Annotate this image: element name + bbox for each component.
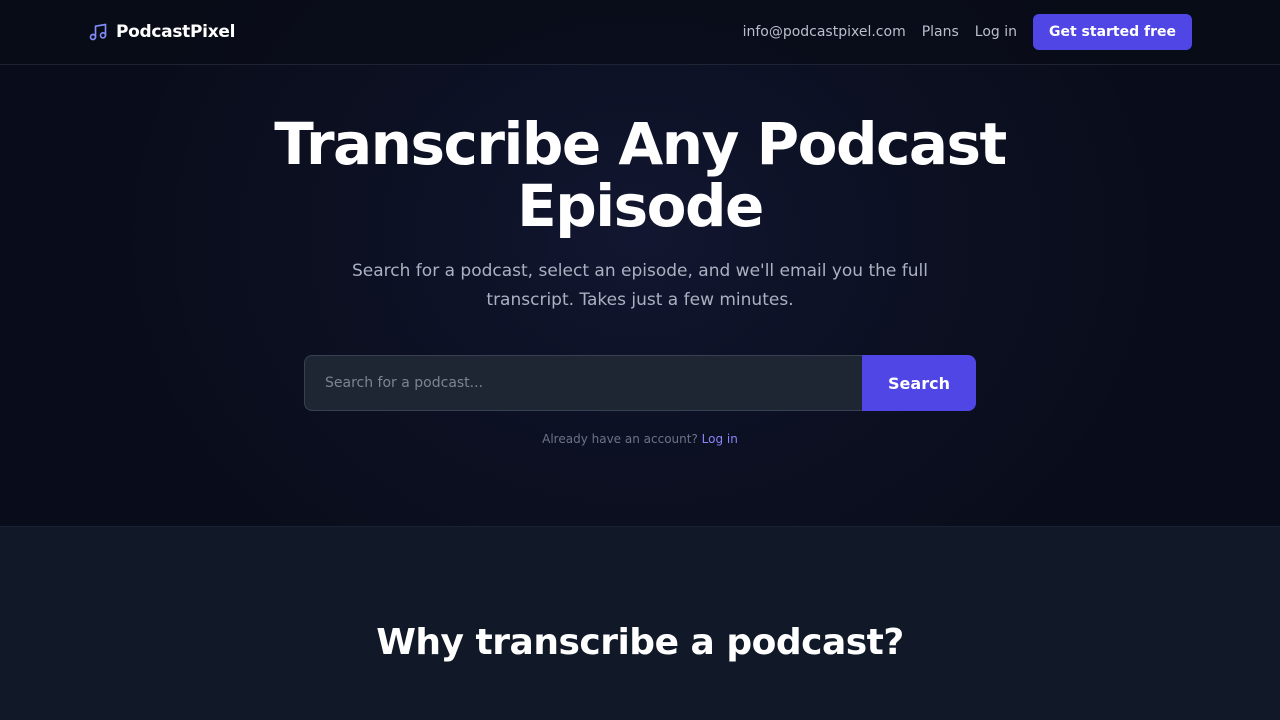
brand-name: PodcastPixel — [116, 22, 236, 42]
section-heading: Why transcribe a podcast? — [376, 622, 904, 663]
site-header: PodcastPixel info@podcastpixel.com Plans… — [0, 0, 1280, 65]
nav-plans-link[interactable]: Plans — [922, 24, 959, 40]
hero-subtitle: Search for a podcast, select an episode,… — [352, 261, 928, 310]
account-prompt: Already have an account? Log in — [0, 432, 1280, 446]
nav-login-link[interactable]: Log in — [975, 24, 1017, 40]
search-button[interactable]: Search — [862, 355, 976, 411]
nav-email-link[interactable]: info@podcastpixel.com — [743, 24, 906, 40]
top-nav: info@podcastpixel.com Plans Log in Get s… — [743, 14, 1192, 50]
music-note-icon — [88, 22, 108, 42]
hero-title-line2: Episode — [517, 172, 764, 240]
hero-title: Transcribe Any Podcast Episode — [240, 113, 1040, 237]
login-link[interactable]: Log in — [702, 432, 738, 446]
search-form: Search — [304, 355, 976, 411]
hero-title-line1: Transcribe Any Podcast — [274, 110, 1007, 178]
get-started-button[interactable]: Get started free — [1033, 14, 1192, 50]
account-prompt-text: Already have an account? — [542, 432, 698, 446]
podcast-search-input[interactable] — [304, 355, 862, 411]
brand-logo[interactable]: PodcastPixel — [88, 20, 235, 44]
